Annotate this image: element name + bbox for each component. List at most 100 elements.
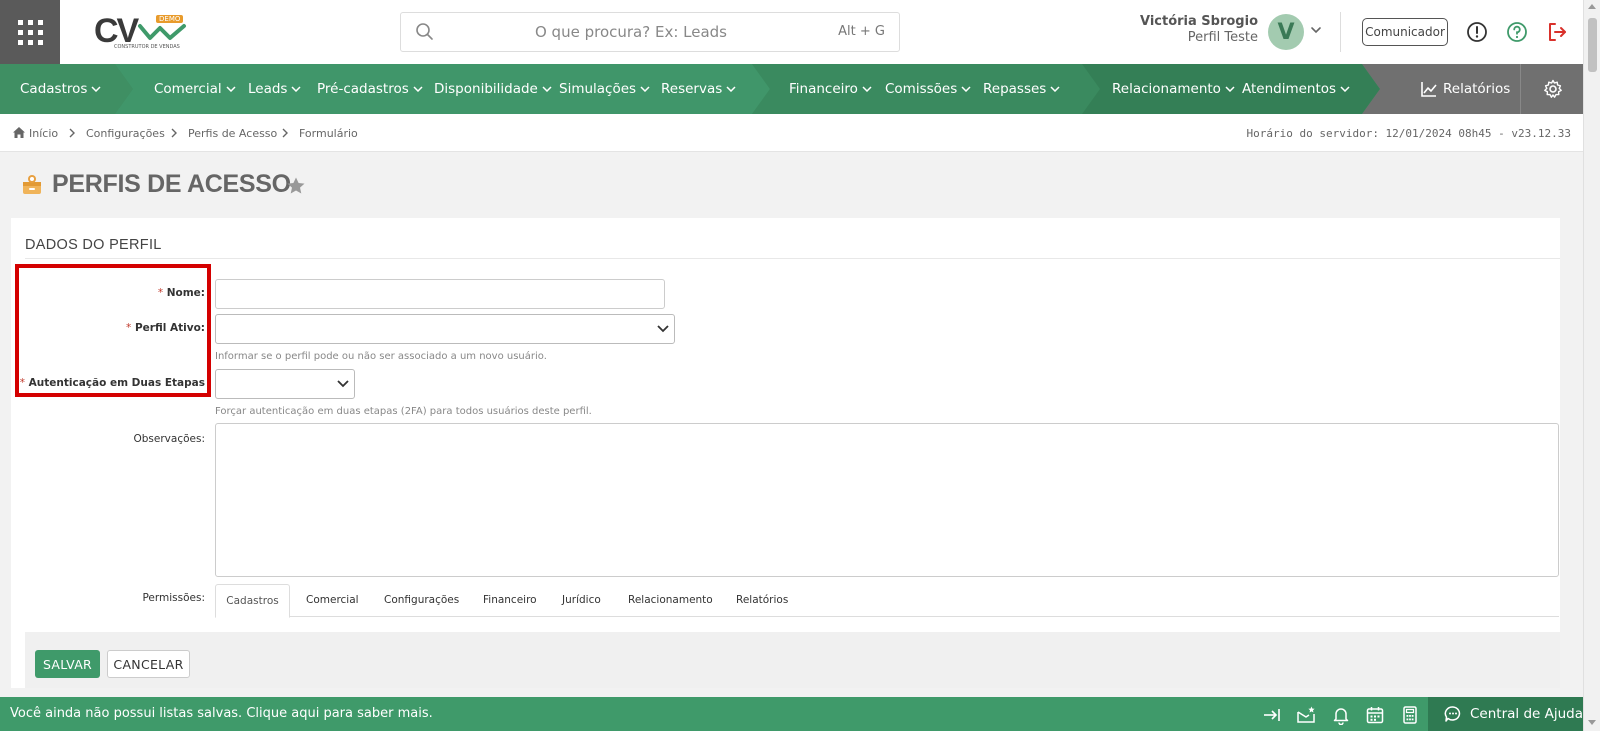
- save-button[interactable]: SALVAR: [35, 650, 100, 678]
- required-fields-highlight: [15, 264, 211, 397]
- chevron-down-icon: [1225, 86, 1235, 92]
- tab-juridico[interactable]: Jurídico: [562, 584, 601, 617]
- nav-item-cadastros[interactable]: Cadastros: [20, 64, 101, 114]
- header-divider: [1340, 12, 1341, 52]
- home-icon[interactable]: [12, 126, 26, 139]
- chevron-down-icon: [542, 86, 552, 92]
- star-icon[interactable]: [286, 176, 306, 196]
- bell-icon[interactable]: [1331, 705, 1351, 725]
- logo-wave-icon: [138, 24, 186, 40]
- chevron-down-icon[interactable]: [1308, 22, 1324, 38]
- scroll-down-arrow[interactable]: [1588, 720, 1596, 725]
- permissoes-label: Permissões:: [142, 592, 205, 604]
- logout-icon[interactable]: [1545, 20, 1569, 44]
- tab-cadastros[interactable]: Cadastros: [215, 584, 290, 618]
- nav-item-leads[interactable]: Leads: [248, 64, 301, 114]
- page-title: PERFIS DE ACESSO: [52, 170, 291, 198]
- chevron-down-icon: [226, 86, 236, 92]
- perfil-ativo-hint: Informar se o perfil pode ou não ser ass…: [215, 351, 547, 362]
- main-nav: Cadastros Comercial Leads Pré-cadastros …: [0, 64, 1583, 114]
- profile-box-icon: [23, 175, 41, 194]
- gear-icon: [1544, 79, 1562, 98]
- breadcrumb: Início Configurações Perfis de Acesso Fo…: [0, 114, 1583, 152]
- logo-subtitle: CONSTRUTOR DE VENDAS: [114, 44, 180, 50]
- help-center-label: Central de Ajuda: [1470, 706, 1583, 722]
- calculator-icon[interactable]: [1400, 705, 1420, 725]
- nav-item-repasses[interactable]: Repasses: [983, 64, 1060, 114]
- help-icon[interactable]: [1505, 20, 1529, 44]
- cancel-button[interactable]: CANCELAR: [107, 650, 190, 678]
- apps-grid-icon[interactable]: [0, 0, 60, 64]
- chevron-right-icon: [69, 128, 75, 138]
- mail-star-icon[interactable]: [1296, 705, 1316, 725]
- page-scrollbar[interactable]: [1583, 0, 1600, 731]
- header: CV DEMO CONSTRUTOR DE VENDAS Alt + G Vic…: [0, 0, 1583, 64]
- perfil-ativo-select[interactable]: [215, 314, 675, 344]
- chevron-down-icon: [726, 86, 736, 92]
- search-shortcut: Alt + G: [838, 24, 885, 39]
- autenticacao-select[interactable]: [215, 369, 355, 399]
- calendar-icon[interactable]: [1365, 705, 1385, 725]
- tab-content-area: [25, 632, 1560, 688]
- server-time: Horário do servidor: 12/01/2024 08h45 - …: [1246, 127, 1571, 140]
- nav-relatorios-label: Relatórios: [1443, 81, 1511, 97]
- nav-item-pre-cadastros[interactable]: Pré-cadastros: [317, 64, 423, 114]
- help-center-button[interactable]: Central de Ajuda: [1428, 697, 1583, 731]
- breadcrumb-item-inicio[interactable]: Início: [29, 127, 58, 140]
- user-name: Victória Sbrogio: [1139, 14, 1258, 29]
- nav-item-disponibilidade[interactable]: Disponibilidade: [434, 64, 552, 114]
- breadcrumb-item-configuracoes[interactable]: Configurações: [86, 127, 165, 140]
- footer-bar: Você ainda não possui listas salvas. Cli…: [0, 697, 1583, 731]
- tab-comercial[interactable]: Comercial: [306, 584, 359, 617]
- user-profile: Perfil Teste: [1187, 30, 1258, 45]
- nav-item-relacionamento[interactable]: Relacionamento: [1112, 64, 1235, 114]
- info-icon[interactable]: [1465, 20, 1489, 44]
- chevron-right-icon: [282, 128, 288, 138]
- logo[interactable]: CV DEMO CONSTRUTOR DE VENDAS: [94, 12, 190, 54]
- avatar[interactable]: V: [1268, 14, 1304, 50]
- saved-lists-message[interactable]: Você ainda não possui listas salvas. Cli…: [10, 706, 433, 721]
- chevron-right-icon: [171, 128, 177, 138]
- autenticacao-hint: Forçar autenticação em duas etapas (2FA)…: [215, 406, 592, 417]
- search-input[interactable]: [441, 13, 821, 51]
- observacoes-textarea[interactable]: [215, 423, 1559, 577]
- nav-item-relatorios[interactable]: Relatórios: [1380, 64, 1520, 114]
- scroll-thumb[interactable]: [1588, 18, 1597, 72]
- settings-button[interactable]: [1520, 64, 1583, 114]
- nav-item-reservas[interactable]: Reservas: [661, 64, 736, 114]
- global-search[interactable]: Alt + G: [400, 12, 900, 52]
- user-info[interactable]: Victória Sbrogio Perfil Teste: [1100, 14, 1258, 45]
- tab-configuracoes[interactable]: Configurações: [384, 584, 459, 617]
- section-divider: [25, 258, 1560, 259]
- comunicador-button[interactable]: Comunicador: [1362, 18, 1448, 46]
- section-title: DADOS DO PERFIL: [25, 237, 162, 253]
- chevron-down-icon: [862, 86, 872, 92]
- nav-item-financeiro[interactable]: Financeiro: [789, 64, 872, 114]
- scroll-up-arrow[interactable]: [1588, 4, 1596, 9]
- permissions-tabs: Cadastros Comercial Configurações Financ…: [215, 584, 1559, 618]
- chevron-down-icon: [1050, 86, 1060, 92]
- nav-item-simulacoes[interactable]: Simulações: [559, 64, 650, 114]
- observacoes-label: Observações:: [133, 433, 206, 445]
- breadcrumb-item-formulario: Formulário: [299, 127, 358, 140]
- tab-financeiro[interactable]: Financeiro: [483, 584, 537, 617]
- chevron-down-icon: [413, 86, 423, 92]
- chevron-down-icon: [961, 86, 971, 92]
- nome-input[interactable]: [215, 279, 665, 309]
- arrow-to-right-icon[interactable]: [1262, 705, 1282, 725]
- chevron-down-icon: [640, 86, 650, 92]
- page: CV DEMO CONSTRUTOR DE VENDAS Alt + G Vic…: [0, 0, 1600, 731]
- nav-item-atendimentos[interactable]: Atendimentos: [1242, 64, 1350, 114]
- chat-bubble-icon: [1444, 706, 1461, 722]
- chart-line-icon: [1421, 82, 1437, 97]
- nav-item-comissoes[interactable]: Comissões: [885, 64, 971, 114]
- chevron-down-icon: [291, 86, 301, 92]
- logo-demo-badge: DEMO: [156, 15, 184, 23]
- nav-item-comercial[interactable]: Comercial: [154, 64, 236, 114]
- chevron-down-icon: [1340, 86, 1350, 92]
- chevron-down-icon: [91, 86, 101, 92]
- search-icon: [416, 23, 433, 40]
- tab-relatorios[interactable]: Relatórios: [736, 584, 788, 617]
- breadcrumb-item-perfis-de-acesso[interactable]: Perfis de Acesso: [188, 127, 277, 140]
- tab-relacionamento[interactable]: Relacionamento: [628, 584, 713, 617]
